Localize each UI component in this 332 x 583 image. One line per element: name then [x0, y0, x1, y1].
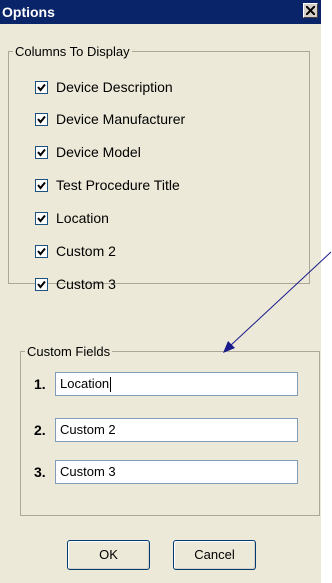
annotation-arrow — [223, 251, 332, 353]
